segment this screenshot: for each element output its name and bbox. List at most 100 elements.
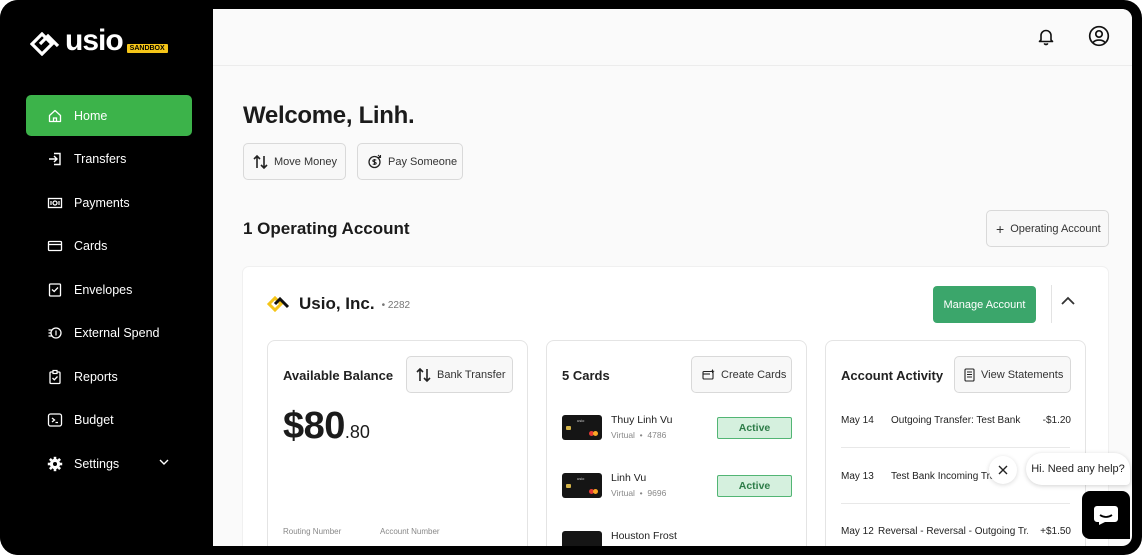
add-card-icon	[702, 369, 715, 380]
sidebar-item-transfers[interactable]: Transfers	[26, 139, 192, 180]
credit-card-icon	[47, 238, 63, 254]
balance-panel: Available Balance Bank Transfer $80.80 R…	[267, 340, 528, 546]
sidebar: usio SANDBOX Home Transfers Payments Car…	[0, 0, 213, 555]
create-cards-button[interactable]: Create Cards	[691, 356, 792, 393]
activity-description: Reversal - Reversal - Outgoing Tr...	[878, 526, 1028, 537]
panel-title: Account Activity	[841, 368, 944, 383]
card-brand-text: usio	[577, 476, 585, 481]
card-thumbnail: usio	[562, 473, 602, 498]
card-list-item[interactable]: Houston Frost	[562, 529, 794, 546]
usio-mark-icon	[30, 32, 60, 56]
company-name: Usio, Inc.	[299, 294, 375, 313]
home-icon	[47, 108, 63, 124]
logo-text: usio	[65, 24, 124, 57]
sidebar-item-envelopes[interactable]: Envelopes	[26, 269, 192, 310]
sidebar-item-payments[interactable]: Payments	[26, 182, 192, 223]
button-label: Bank Transfer	[437, 368, 506, 381]
swap-vertical-icon	[416, 367, 431, 382]
account-number-label: Account Number	[380, 527, 440, 536]
move-money-button[interactable]: Move Money	[243, 143, 346, 180]
card-meta: Virtual • 4786	[611, 430, 667, 440]
sidebar-item-label: External Spend	[74, 326, 160, 340]
page-title: Welcome, Linh.	[243, 102, 415, 129]
top-bar	[213, 9, 1132, 66]
cards-panel: 5 Cards Create Cards usio Thuy Linh Vu V…	[546, 340, 807, 546]
sidebar-item-label: Payments	[74, 195, 130, 210]
chat-prompt-bubble[interactable]: Hi. Need any help?	[1026, 453, 1130, 485]
button-label: View Statements	[981, 368, 1064, 381]
card-thumbnail: usio	[562, 415, 602, 440]
usio-company-logo-icon	[267, 296, 290, 312]
sidebar-item-label: Envelopes	[74, 282, 133, 297]
activity-row[interactable]: May 14 Outgoing Transfer: Test Bank -$1.…	[841, 415, 1071, 437]
chat-launcher-button[interactable]	[1082, 491, 1130, 539]
routing-number-label: Routing Number	[283, 527, 342, 536]
cardholder-name: Houston Frost	[611, 530, 677, 542]
divider	[841, 447, 1070, 448]
chevron-up-icon[interactable]	[1060, 294, 1076, 312]
panel-title: Available Balance	[283, 368, 394, 383]
divider	[1051, 285, 1052, 323]
sidebar-item-label: Budget	[74, 413, 114, 427]
user-avatar-icon[interactable]	[1088, 25, 1110, 52]
sidebar-item-home[interactable]: Home	[26, 95, 192, 136]
budget-icon	[47, 412, 63, 428]
button-label: Create Cards	[721, 368, 787, 381]
operating-accounts-title: 1 Operating Account	[243, 219, 410, 238]
card-list-item[interactable]: usio Linh Vu Virtual • 9696 Active	[562, 471, 794, 501]
usio-logo[interactable]: usio SANDBOX	[30, 26, 168, 56]
button-label: Pay Someone	[388, 155, 458, 168]
balance-cents: .80	[344, 422, 370, 442]
status-badge: Active	[717, 417, 792, 439]
card-meta: Virtual • 9696	[611, 488, 667, 498]
transfer-in-icon	[47, 151, 63, 167]
bank-transfer-button[interactable]: Bank Transfer	[406, 356, 513, 393]
sidebar-item-label: Home	[74, 108, 108, 123]
gear-icon	[47, 456, 63, 472]
swap-vertical-icon	[253, 154, 268, 169]
close-chat-prompt-button[interactable]	[989, 456, 1017, 484]
activity-panel: Account Activity View Statements May 14 …	[825, 340, 1086, 546]
cash-icon	[47, 195, 63, 211]
chat-icon	[1094, 506, 1118, 525]
sidebar-item-cards[interactable]: Cards	[26, 226, 192, 267]
chevron-down-icon[interactable]	[158, 456, 170, 471]
activity-row[interactable]: May 12 Reversal - Reversal - Outgoing Tr…	[841, 526, 1071, 546]
status-badge: Active	[717, 475, 792, 497]
divider	[841, 503, 1070, 504]
close-icon	[998, 465, 1008, 475]
sidebar-item-label: Transfers	[74, 152, 127, 166]
add-operating-account-button[interactable]: + Operating Account	[986, 210, 1109, 247]
pay-coin-icon	[368, 154, 382, 169]
envelope-icon	[47, 282, 63, 298]
sandbox-badge: SANDBOX	[126, 44, 168, 53]
sidebar-item-label: Reports	[74, 369, 118, 384]
view-statements-button[interactable]: View Statements	[954, 356, 1071, 393]
manage-account-button[interactable]: Manage Account	[933, 286, 1036, 323]
sidebar-item-budget[interactable]: Budget	[26, 400, 192, 441]
external-spend-icon	[47, 325, 63, 341]
plus-icon: +	[996, 220, 1005, 237]
activity-date: May 12	[841, 526, 874, 537]
button-label: Operating Account	[1010, 222, 1101, 235]
available-balance-amount: $80.80	[283, 405, 370, 448]
card-thumbnail	[562, 531, 602, 546]
account-card: Usio, Inc. • 2282 Manage Account Availab…	[243, 267, 1108, 546]
activity-amount: -$1.20	[1042, 415, 1071, 426]
sidebar-item-label: Cards	[74, 239, 108, 253]
card-list-item[interactable]: usio Thuy Linh Vu Virtual • 4786 Active	[562, 413, 794, 443]
sidebar-item-reports[interactable]: Reports	[26, 356, 192, 397]
statement-icon	[964, 367, 975, 382]
company-header: Usio, Inc. • 2282	[267, 294, 410, 314]
account-number-suffix: • 2282	[381, 300, 411, 311]
sidebar-item-external-spend[interactable]: External Spend	[26, 313, 192, 354]
balance-dollars: $80	[283, 405, 345, 447]
cardholder-name: Linh Vu	[611, 472, 647, 484]
activity-date: May 13	[841, 471, 874, 482]
pay-someone-button[interactable]: Pay Someone	[357, 143, 463, 180]
panel-title: 5 Cards	[562, 368, 610, 383]
sidebar-item-settings[interactable]: Settings	[26, 443, 192, 484]
activity-description: Outgoing Transfer: Test Bank	[891, 415, 1021, 426]
card-brand-text: usio	[577, 418, 585, 423]
bell-icon[interactable]	[1037, 27, 1055, 51]
